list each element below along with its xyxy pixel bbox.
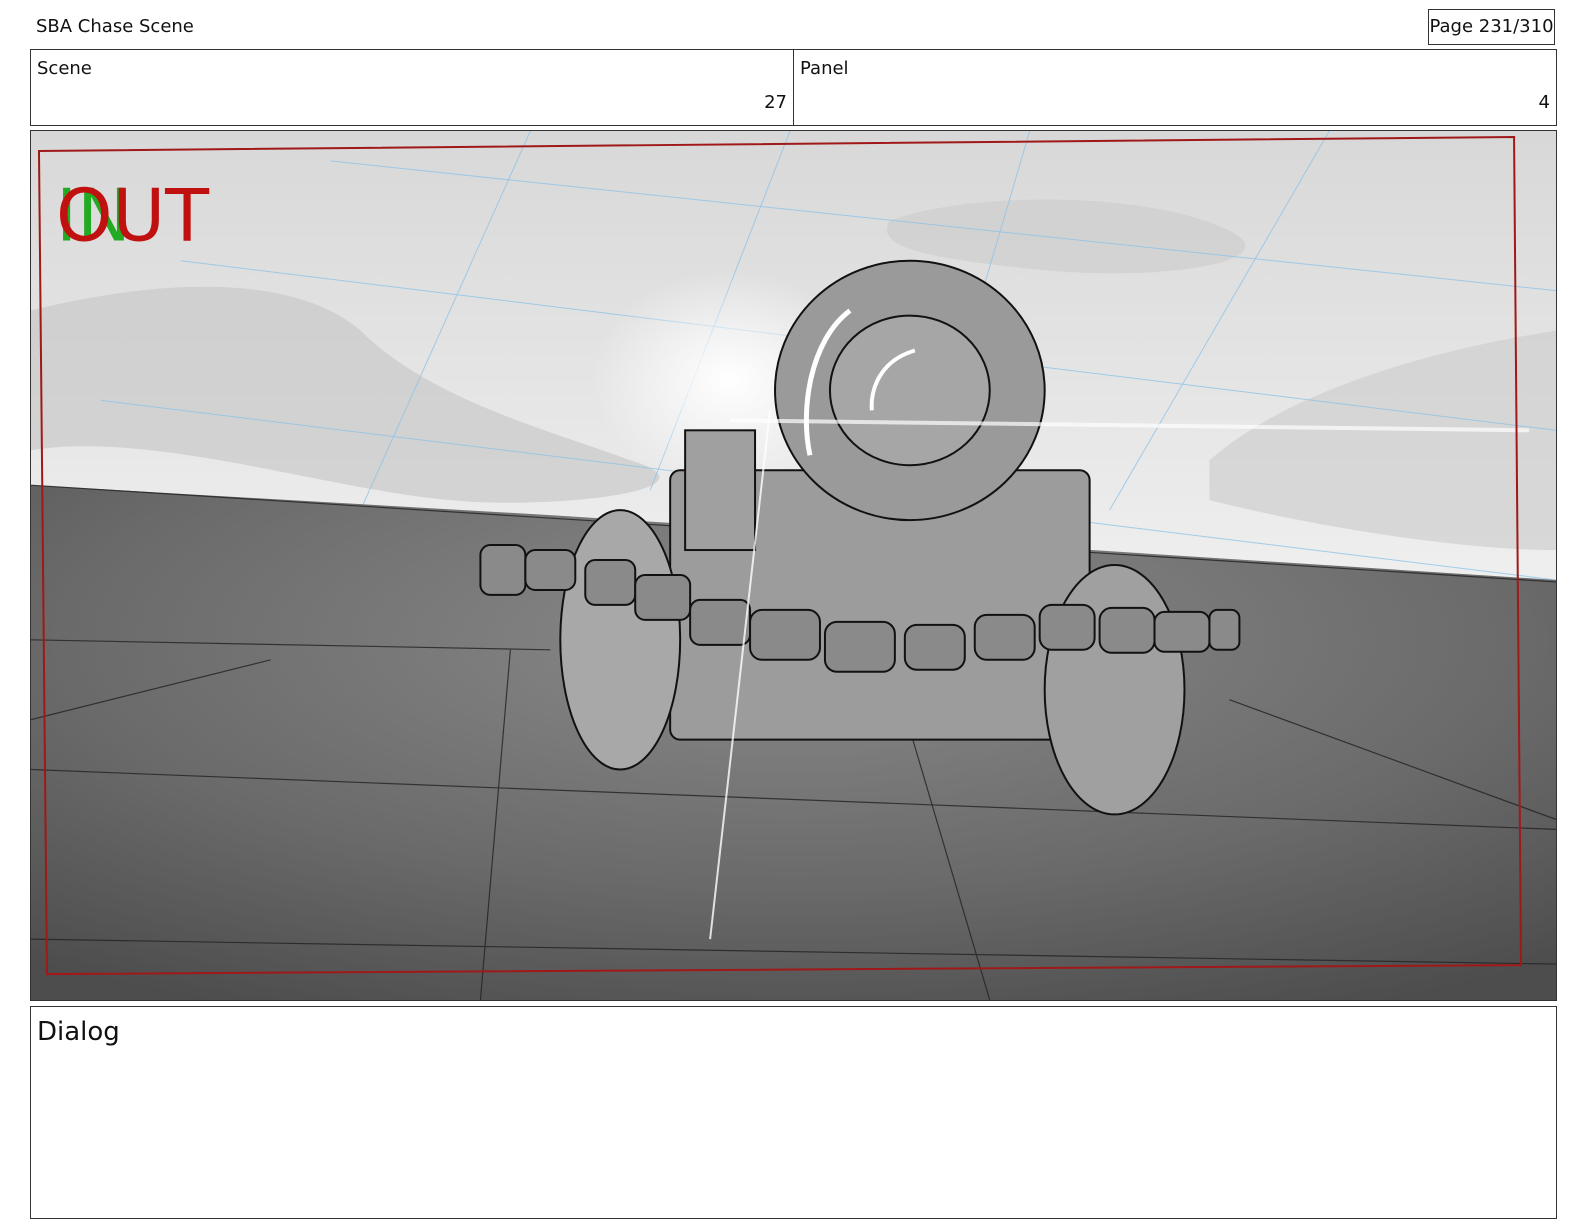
panel-cell: Panel 4 (793, 50, 1556, 125)
dialog-label: Dialog (37, 1017, 120, 1047)
scene-label: Scene (37, 58, 92, 79)
out-marker: OUT (56, 174, 210, 258)
info-row: Scene 27 Panel 4 (30, 49, 1557, 126)
scene-value: 27 (764, 92, 787, 113)
panel-value: 4 (1538, 92, 1550, 113)
scene-cell: Scene 27 (31, 50, 793, 125)
panel-label: Panel (800, 58, 849, 79)
storyboard-title: SBA Chase Scene (36, 16, 194, 37)
storyboard-panel-image: IN OUT (30, 130, 1557, 1001)
page-indicator: Page 231/310 (1428, 9, 1555, 45)
dialog-box: Dialog (30, 1006, 1557, 1219)
sketch-illustration: IN OUT (31, 131, 1556, 1000)
